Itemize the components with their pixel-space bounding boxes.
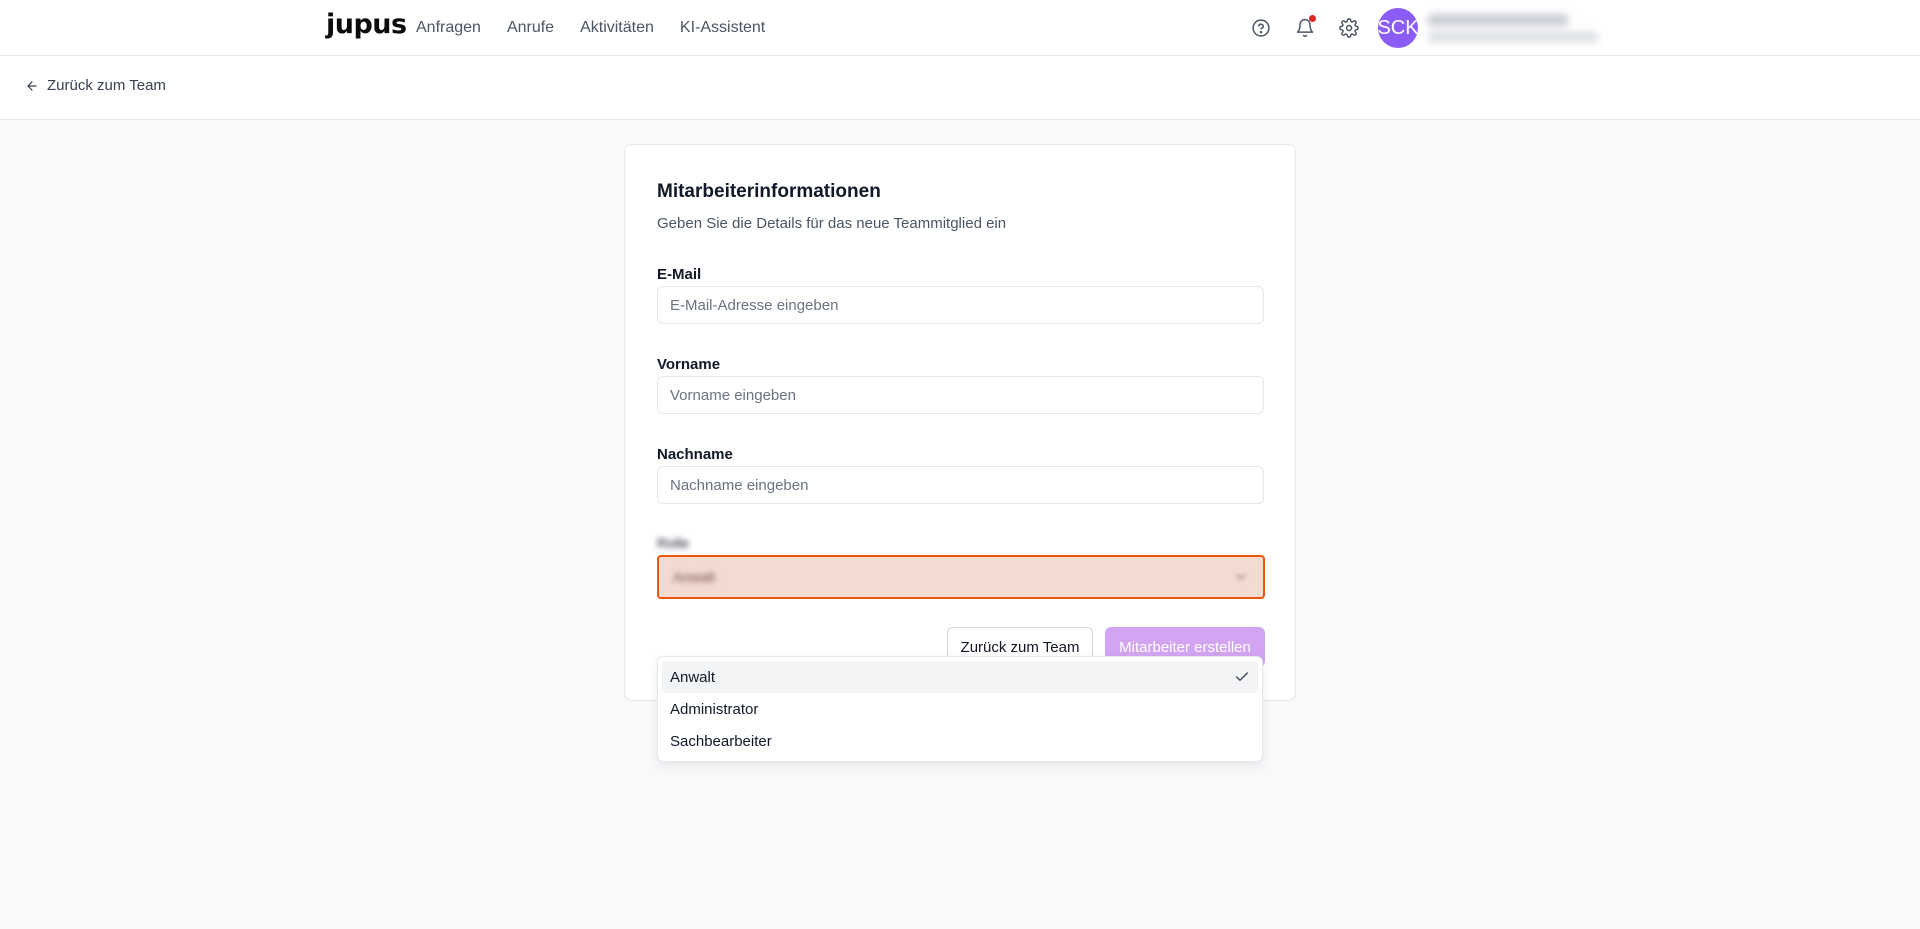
role-option-label: Anwalt (670, 668, 716, 686)
nav-item-anfragen[interactable]: Anfragen (416, 19, 481, 37)
first-name-label: Vorname (657, 356, 721, 373)
last-name-label: Nachname (657, 446, 733, 463)
check-icon (1234, 669, 1250, 685)
last-name-field[interactable] (657, 466, 1264, 504)
user-name-redacted (1428, 14, 1568, 26)
help-button[interactable] (1246, 13, 1276, 43)
email-label: E-Mail (657, 266, 702, 283)
role-option-label: Sachbearbeiter (670, 732, 772, 750)
card-description: Geben Sie die Details für das neue Teamm… (657, 215, 1007, 232)
role-option-label: Administrator (670, 700, 759, 718)
notifications-button[interactable] (1290, 13, 1320, 43)
gear-icon (1339, 18, 1359, 38)
main-nav: Anfragen Anrufe Aktivitäten KI-Assistent (416, 0, 791, 56)
nav-item-ki-assistent[interactable]: KI-Assistent (680, 19, 765, 37)
card-title: Mitarbeiterinformationen (657, 181, 881, 202)
avatar[interactable]: SCK (1377, 8, 1419, 48)
back-link-label: Zurück zum Team (47, 77, 166, 94)
nav-item-aktivitaeten[interactable]: Aktivitäten (580, 19, 654, 37)
role-selected-value: Anwalt (673, 569, 716, 585)
role-dropdown-menu: Anwalt Administrator Sachbearbeiter (657, 656, 1263, 762)
role-option-anwalt[interactable]: Anwalt (662, 661, 1258, 693)
top-navigation-bar: jupus Anfragen Anrufe Aktivitäten KI-Ass… (0, 0, 1920, 56)
role-option-sachbearbeiter[interactable]: Sachbearbeiter (662, 725, 1258, 757)
jupus-logo[interactable]: jupus (326, 9, 407, 40)
employee-form-card: Mitarbeiterinformationen Geben Sie die D… (624, 144, 1296, 701)
page-subheader: Zurück zum Team (0, 56, 1920, 120)
back-to-team-link[interactable]: Zurück zum Team (25, 77, 166, 94)
first-name-field[interactable] (657, 376, 1264, 414)
email-field[interactable] (657, 286, 1264, 324)
user-info-redacted[interactable] (1428, 14, 1598, 42)
role-option-administrator[interactable]: Administrator (662, 693, 1258, 725)
help-circle-icon (1252, 19, 1270, 37)
notification-dot (1309, 15, 1316, 22)
role-select[interactable]: Anwalt (657, 555, 1265, 599)
arrow-left-icon (27, 80, 37, 91)
role-label: Rolle (657, 535, 689, 551)
settings-button[interactable] (1334, 13, 1364, 43)
chevron-down-icon (1236, 574, 1246, 580)
user-email-redacted (1428, 32, 1598, 42)
header-actions: SCK (1246, 8, 1598, 48)
nav-item-anrufe[interactable]: Anrufe (507, 19, 554, 37)
